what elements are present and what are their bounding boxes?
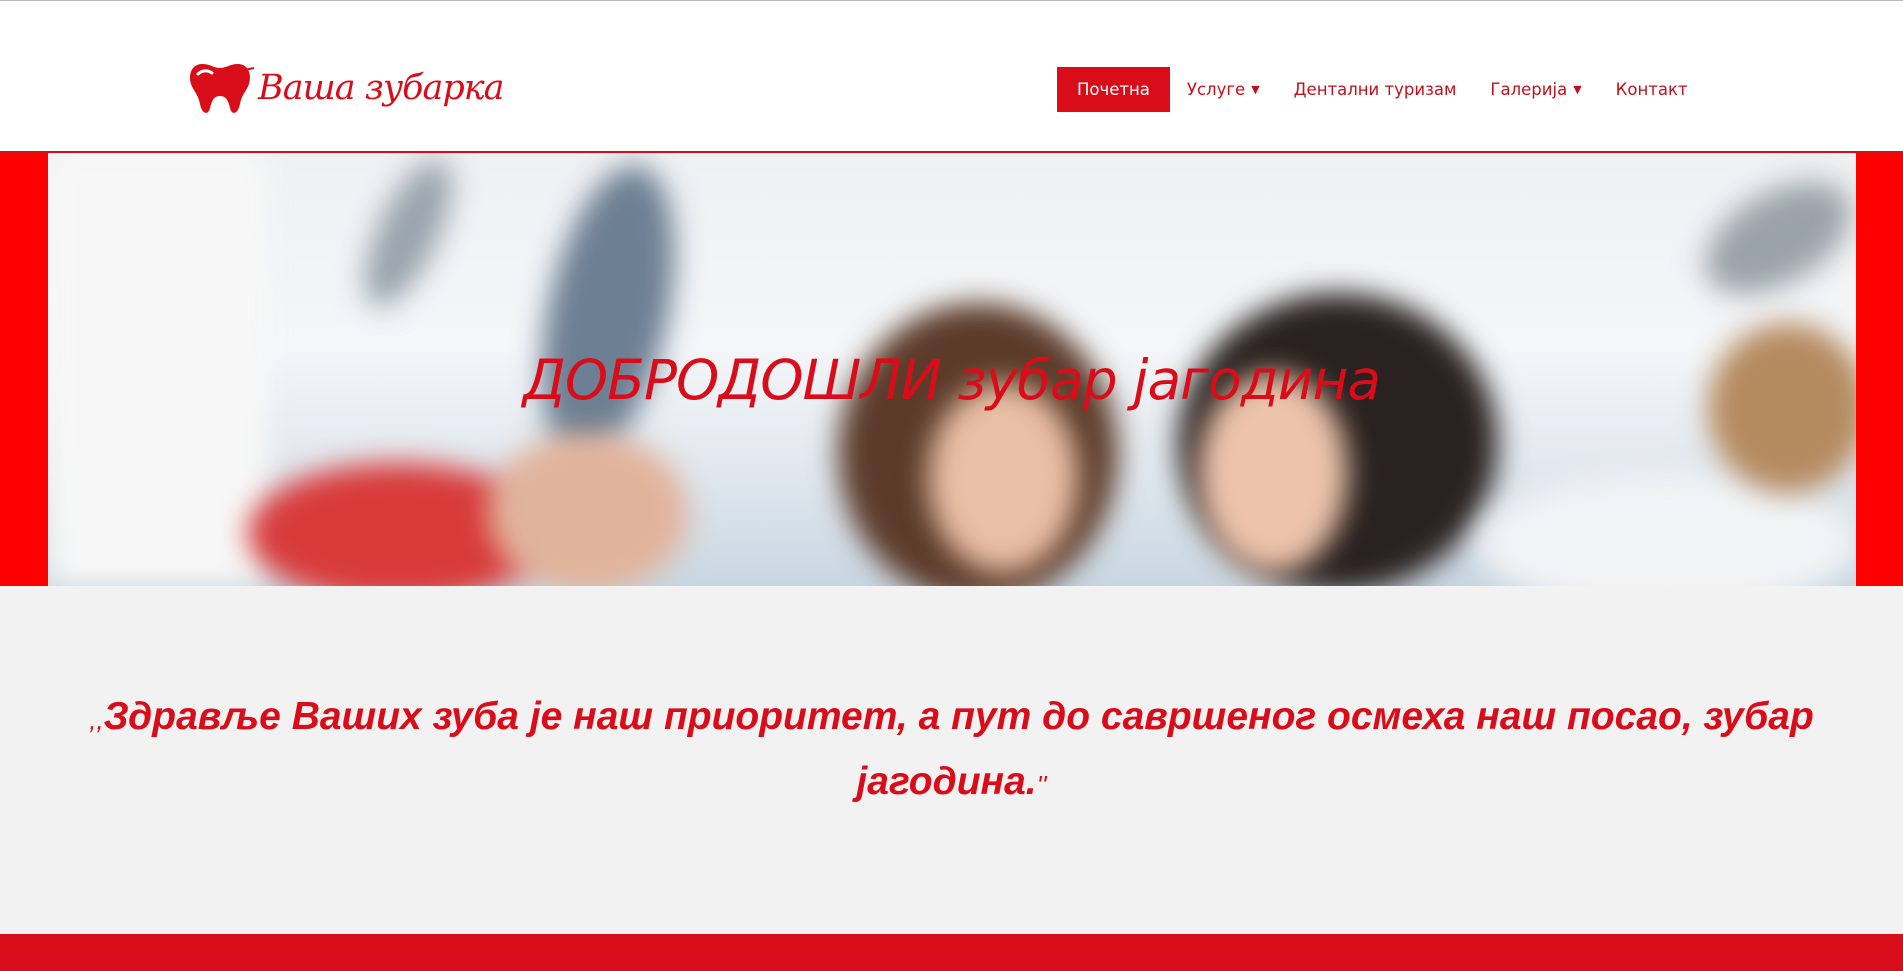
main-nav: Почетна Услуге ▼ Дентални туризам Галери…	[1057, 67, 1705, 112]
nav-item-contact[interactable]: Контакт	[1599, 67, 1705, 112]
quote-text: Здравље Ваших зуба је наш приоритет, а п…	[103, 695, 1814, 803]
nav-item-label: Дентални туризам	[1293, 80, 1457, 99]
caret-down-icon: ▼	[1251, 83, 1260, 96]
hero-title: ДОБРОДОШЛИ зубар јагодина	[522, 348, 1381, 412]
motto-quote: ,,Здравље Ваших зуба је наш приоритет, а…	[20, 686, 1883, 816]
nav-item-gallery[interactable]: Галерија ▼	[1473, 67, 1598, 112]
nav-item-services[interactable]: Услуге ▼	[1170, 67, 1277, 112]
nav-item-label: Галерија	[1490, 80, 1568, 99]
nav-item-home[interactable]: Почетна	[1057, 67, 1170, 112]
nav-item-dental-tourism[interactable]: Дентални туризам	[1277, 67, 1474, 112]
nav-item-label: Услуге	[1186, 80, 1246, 99]
caret-down-icon: ▼	[1573, 83, 1582, 96]
tooth-icon	[190, 64, 255, 113]
site-logo[interactable]: Ваша зубарка	[188, 51, 505, 125]
quote-section: ,,Здравље Ваших зуба је наш приоритет, а…	[0, 586, 1903, 935]
quote-close-mark: ''	[1036, 770, 1047, 800]
nav-item-label: Почетна	[1077, 80, 1150, 99]
nav-item-label: Контакт	[1615, 80, 1688, 99]
hero-banner: ДОБРОДОШЛИ зубар јагодина	[0, 153, 1903, 586]
quote-open-mark: ,,	[89, 705, 104, 735]
site-header: Ваша зубарка Почетна Услуге ▼ Дентални т…	[0, 1, 1903, 153]
brand-name: Ваша зубарка	[258, 68, 505, 108]
footer-bar	[0, 934, 1903, 971]
